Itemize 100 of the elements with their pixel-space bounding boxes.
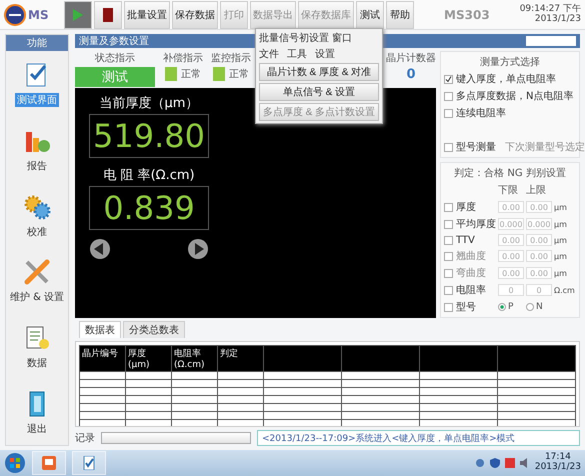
- speaker-icon[interactable]: [520, 458, 530, 468]
- checkbox[interactable]: [444, 302, 453, 312]
- status-indicator: 测试: [75, 67, 155, 87]
- row-label: 弯曲度: [456, 266, 486, 280]
- readout-value: 0.839: [89, 186, 209, 230]
- sidebar-item[interactable]: 报告: [25, 159, 49, 173]
- log-label: 记录: [75, 432, 95, 445]
- counter-label: 晶片计数器: [386, 52, 436, 65]
- option-label: 键入厚度，单点电阻率: [456, 72, 556, 86]
- play-icon: [73, 8, 83, 20]
- sidebar-item[interactable]: 数据: [25, 356, 49, 370]
- radio-label: N: [536, 302, 543, 312]
- checkbox[interactable]: [444, 202, 453, 212]
- taskbar-app[interactable]: [72, 451, 106, 475]
- upper-field[interactable]: 0.00: [526, 201, 552, 213]
- dialog-title: 批量信号初设置 窗口: [259, 32, 354, 45]
- checkbox[interactable]: [444, 236, 453, 244]
- upper-field[interactable]: 0: [526, 284, 552, 296]
- toolbar-button[interactable]: 帮助: [386, 0, 414, 28]
- checkbox[interactable]: [444, 108, 453, 118]
- toolbar-button[interactable]: 批量设置: [124, 0, 170, 28]
- unit-label: μm: [554, 252, 568, 260]
- clipboard-icon: [82, 456, 96, 470]
- mode-title: 测量方式选择: [479, 56, 541, 69]
- sidebar-item[interactable]: 校准: [25, 224, 49, 239]
- radio-button[interactable]: [526, 303, 534, 311]
- radio-label: P: [508, 302, 514, 312]
- row-label: 电阻率: [456, 284, 486, 297]
- lower-field[interactable]: 0: [498, 284, 524, 296]
- toolbar-button[interactable]: 保存数据: [172, 0, 218, 28]
- column-header: 晶片编号: [80, 346, 126, 372]
- start-button[interactable]: [4, 452, 26, 474]
- menu-item[interactable]: 设置: [315, 47, 335, 61]
- next-button[interactable]: [187, 238, 209, 260]
- column-header: 电阻率 (Ω.cm): [172, 346, 218, 372]
- column-header: 判定: [218, 346, 264, 372]
- checkbox[interactable]: [444, 92, 453, 100]
- clock-date: 2013/1/23: [534, 14, 581, 24]
- radio-button[interactable]: [498, 303, 506, 311]
- app-icon: [42, 456, 56, 470]
- checkbox[interactable]: [444, 286, 453, 294]
- column-label: 下限: [498, 184, 519, 197]
- indicator-label: 监控指示: [211, 52, 251, 65]
- lower-field[interactable]: 0.00: [498, 234, 524, 246]
- lower-field[interactable]: 0.00: [498, 201, 524, 213]
- header-field[interactable]: [526, 36, 576, 46]
- sidebar-item[interactable]: 退出: [25, 422, 49, 436]
- counter-value: 0: [406, 67, 416, 82]
- panel-title: 测量及参数设置: [79, 34, 149, 48]
- lamp-state: 正常: [181, 68, 201, 81]
- row-label: 型号: [456, 300, 476, 314]
- stop-button[interactable]: [94, 0, 122, 28]
- checkbox[interactable]: [444, 220, 453, 228]
- sidebar-title: 功能: [6, 35, 68, 51]
- unit-label: Ω.cm: [554, 286, 576, 294]
- unit-label: μm: [554, 236, 568, 244]
- upper-field[interactable]: 0.00: [526, 234, 552, 246]
- lower-field[interactable]: 0.000: [498, 218, 524, 230]
- indicator-label: 状态指示: [95, 52, 135, 65]
- app-title: MS303: [443, 8, 491, 22]
- checkbox[interactable]: [444, 74, 453, 84]
- row-label: TTV: [456, 234, 475, 246]
- sidebar-item[interactable]: 维护 & 设置: [8, 290, 66, 304]
- option-label: 连续电阻率: [456, 106, 506, 120]
- tab[interactable]: 数据表: [79, 321, 121, 338]
- option-label: 多点厚度数据，N点电阻率: [456, 90, 574, 103]
- menu-item[interactable]: 文件: [259, 47, 279, 61]
- taskbar-date: 2013/1/23: [534, 463, 581, 473]
- toolbar-button[interactable]: 测试: [356, 0, 384, 28]
- previous-button[interactable]: [89, 238, 111, 260]
- shield-icon[interactable]: [490, 458, 500, 468]
- unit-label: μm: [554, 268, 568, 278]
- log-field: <2013/1/23--17:09>系统进入<键入厚度，单点电阻率>模式: [257, 430, 580, 446]
- checkbox[interactable]: [444, 142, 453, 152]
- tab[interactable]: 分类总数表: [123, 321, 185, 338]
- taskbar-app[interactable]: [32, 451, 66, 475]
- unit-label: μm: [554, 220, 568, 228]
- clock-time: 09:14:27 下午: [520, 4, 581, 14]
- row-label: 平均厚度: [456, 218, 496, 231]
- stop-icon: [103, 8, 113, 22]
- tools-icon: [22, 257, 52, 288]
- menu-item[interactable]: 工具: [287, 47, 307, 61]
- option-label: 型号测量: [456, 140, 496, 154]
- lamp-state: 正常: [229, 68, 249, 81]
- dialog-button[interactable]: 单点信号 & 设置: [259, 83, 379, 101]
- row-label: 厚度: [456, 200, 476, 214]
- readout-label: 当前厚度（μm）: [100, 95, 198, 112]
- note-text: 下次测量型号选定: [505, 140, 585, 154]
- judge-title: 判定：合格 NG 判别设置: [453, 166, 567, 180]
- indicator-label: 补偿指示: [163, 52, 203, 65]
- unit-label: μm: [554, 202, 568, 212]
- dialog-button[interactable]: 晶片计数 & 厚度 & 对准: [259, 63, 379, 81]
- column-label: 上限: [526, 184, 547, 197]
- upper-field[interactable]: 0.000: [526, 218, 552, 230]
- taskbar-time: 17:14: [544, 453, 571, 462]
- readout-value: 519.80: [89, 114, 209, 158]
- column-header: 厚度 (μm): [126, 346, 172, 372]
- logo-text: MS: [28, 8, 49, 22]
- row-label: 翘曲度: [456, 250, 486, 263]
- sidebar-item[interactable]: 测试界面: [15, 93, 59, 108]
